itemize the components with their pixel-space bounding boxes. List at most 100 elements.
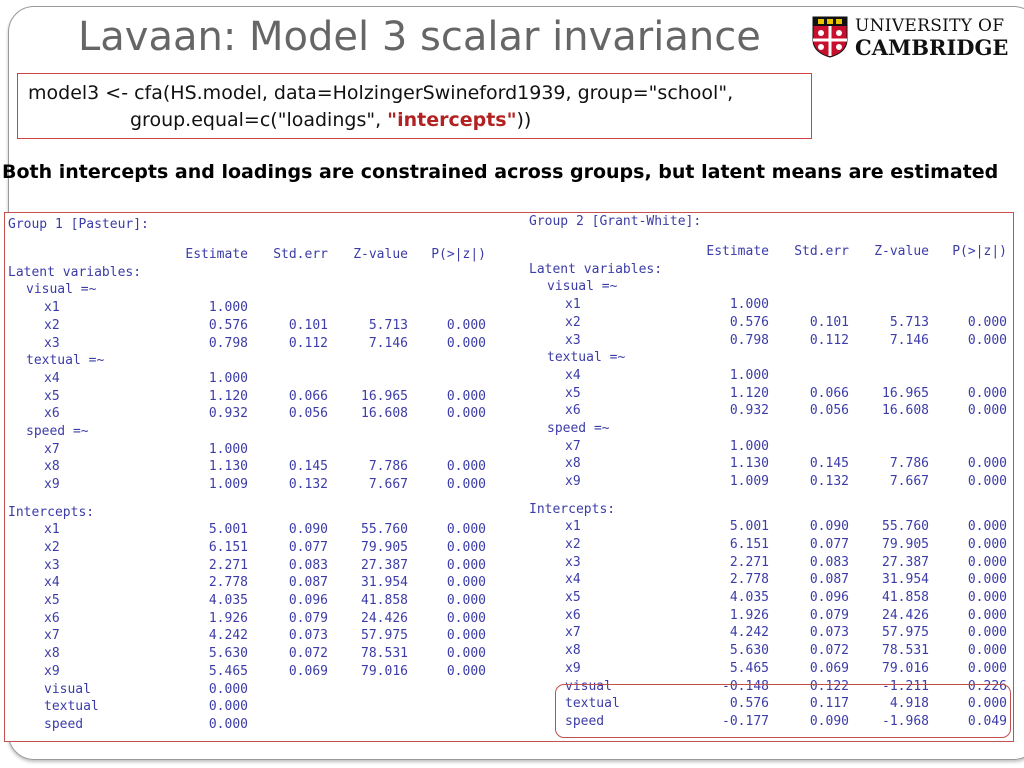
latent-variable-label: textual =~ [26,353,105,369]
indicator-label: x6 [44,406,60,422]
university-logo: UNIVERSITY OF CAMBRIDGE [812,16,1012,62]
table-cell: 0.000 [208,699,248,715]
table-cell: 2.778 [729,572,769,588]
table-cell: 7.146 [368,335,408,351]
table-cell: 78.531 [882,643,929,659]
table-cell: 16.965 [361,388,408,404]
table-cell: 5.630 [208,646,248,662]
indicator-label: x7 [44,441,60,457]
table-cell: 0.087 [288,575,328,591]
table-cell: 0.079 [288,610,328,626]
table-cell: 27.387 [361,557,408,573]
intercept-label: x6 [44,610,60,626]
column-header: P(>|z|) [952,244,1007,259]
table-cell: 1.009 [729,474,769,490]
table-cell: 0.066 [809,385,849,401]
table-cell: 2.271 [729,554,769,570]
column-header: P(>|z|) [431,247,486,262]
table-cell: 5.713 [889,314,929,330]
code-line-1: model3 <- cfa(HS.model, data=HolzingerSw… [28,82,734,104]
intercept-label: x8 [44,646,60,662]
table-cell: 31.954 [361,575,408,591]
intercept-label: x8 [565,643,581,659]
intercept-label: x9 [565,660,581,676]
indicator-label: x4 [565,367,581,383]
table-cell: 1.000 [208,370,248,386]
column-header: Z-value [353,247,408,262]
column-header: Z-value [874,244,929,259]
intercept-label: x2 [44,539,60,555]
section-header: Latent variables: [8,264,142,280]
latent-means-highlight [555,684,1011,738]
table-cell: 79.016 [882,660,929,676]
indicator-label: x3 [44,335,60,351]
code-highlight-intercepts: "intercepts" [387,109,517,131]
output-box: Group 1 [Pasteur]: Estimate Std.err Z-value… [4,212,1014,742]
table-cell: 0.096 [288,593,328,609]
table-cell: 16.608 [882,403,929,419]
table-cell: 41.858 [882,590,929,606]
table-cell: 5.465 [208,663,248,679]
code-line-2-end: )) [516,109,532,131]
table-cell: 78.531 [361,646,408,662]
latent-variable-label: speed =~ [547,421,610,436]
intercept-label: x2 [565,536,581,552]
intercept-label: x7 [565,625,581,641]
indicator-label: x6 [565,403,581,419]
table-cell: 0.000 [446,628,486,644]
table-cell: 0.798 [729,332,769,348]
table-cell: 0.083 [809,554,849,570]
intercept-label: x1 [44,522,60,538]
latent-variable-label: textual =~ [547,350,626,366]
intercept-label: x4 [565,572,581,588]
table-cell: 1.000 [729,438,769,454]
section-header: Intercepts: [8,504,95,520]
table-cell: 5.001 [208,522,248,538]
indicator-label: x2 [565,314,581,330]
table-cell: 0.000 [446,477,486,493]
table-cell: 0.077 [288,539,328,555]
table-cell: 1.120 [729,385,769,401]
table-cell: 31.954 [882,572,929,588]
latent-variable-label: visual =~ [547,279,618,295]
table-cell: 79.016 [361,663,408,679]
table-cell: 0.083 [288,557,328,573]
latent-variable-label: speed =~ [26,424,89,439]
indicator-label: x5 [565,385,581,401]
table-cell: 79.905 [882,536,929,552]
intercept-label: x5 [44,593,60,609]
table-cell: 0.090 [809,519,849,535]
table-cell: 4.035 [729,590,769,606]
table-cell: 57.975 [882,625,929,641]
table-cell: 4.035 [208,593,248,609]
table-cell: 0.000 [446,406,486,422]
intercept-label: speed [44,716,84,732]
table-cell: 0.576 [729,314,769,330]
intercept-label: x9 [44,663,60,679]
table-cell: 5.465 [729,660,769,676]
table-cell: 0.000 [967,403,1007,419]
table-cell: 2.271 [208,557,248,573]
table-cell: 0.069 [809,660,849,676]
table-cell: 6.151 [729,536,769,552]
intercept-label: visual [44,681,91,697]
table-cell: 0.072 [288,646,328,662]
table-cell: 0.000 [446,610,486,626]
table-cell: 1.130 [208,459,248,475]
table-cell: 5.713 [368,317,408,333]
group-header: Group 2 [Grant-White]: [529,214,702,229]
indicator-label: x1 [44,300,60,316]
indicator-label: x8 [44,459,60,475]
table-cell: 4.242 [729,625,769,641]
table-cell: 1.000 [729,367,769,383]
table-cell: 0.077 [809,536,849,552]
table-cell: 0.000 [446,335,486,351]
table-cell: 0.145 [288,459,328,475]
code-box: model3 <- cfa(HS.model, data=HolzingerSw… [17,73,812,139]
table-cell: 1.009 [208,477,248,493]
table-cell: 0.000 [446,539,486,555]
table-cell: 0.132 [809,474,849,490]
table-cell: 0.000 [967,572,1007,588]
table-cell: 1.000 [208,300,248,316]
table-cell: 1.130 [729,456,769,472]
